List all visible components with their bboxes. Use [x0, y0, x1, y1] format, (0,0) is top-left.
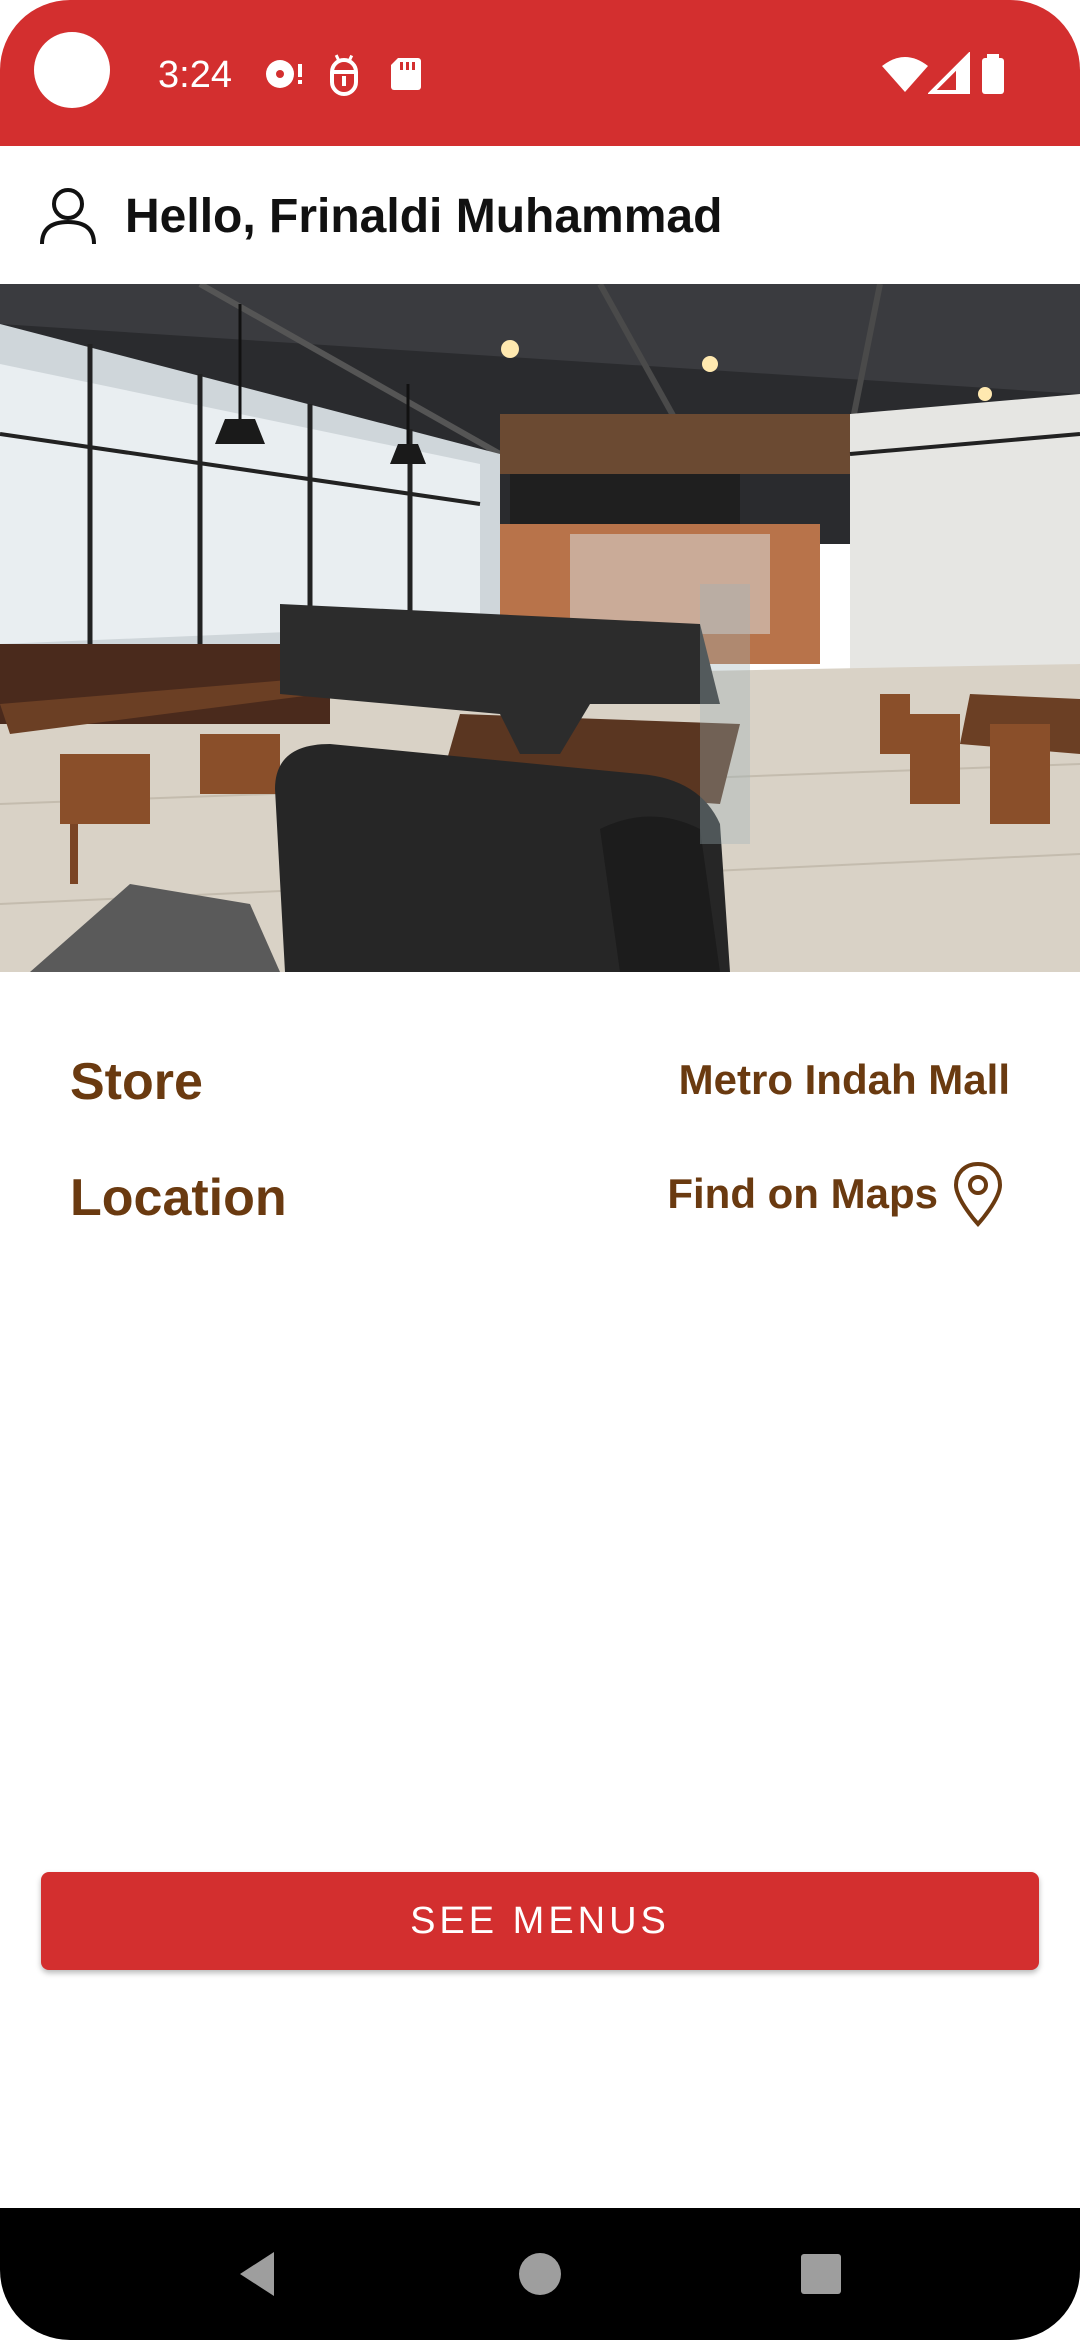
greeting-text: Hello, Frinaldi Muhammad — [125, 190, 723, 243]
camera-cutout — [34, 32, 110, 108]
store-label: Store — [70, 1053, 203, 1111]
sd-card-icon — [391, 58, 421, 90]
android-debug-icon — [330, 54, 358, 96]
find-on-maps-link[interactable]: Find on Maps — [667, 1160, 1004, 1228]
cellular-signal-icon — [928, 52, 970, 94]
store-value: Metro Indah Mall — [678, 1056, 1010, 1103]
user-icon[interactable] — [38, 186, 98, 248]
see-menus-button[interactable]: SEE MENUS — [41, 1872, 1039, 1970]
app-screen: 3:24 Hello, Frinaldi Muhammad Store Metr… — [0, 0, 1080, 2340]
sync-alert-icon — [266, 60, 302, 88]
status-bar: 3:24 — [0, 0, 1080, 146]
home-icon[interactable] — [508, 2242, 572, 2306]
wifi-icon — [882, 57, 928, 92]
location-label: Location — [70, 1169, 287, 1227]
recents-icon[interactable] — [789, 2242, 853, 2306]
find-on-maps-text: Find on Maps — [667, 1170, 938, 1217]
system-nav-bar — [0, 2208, 1080, 2340]
app-header: Hello, Frinaldi Muhammad — [0, 146, 1080, 284]
battery-icon — [982, 54, 1004, 94]
restaurant-photo — [0, 284, 1080, 972]
map-pin-icon — [953, 1161, 1003, 1227]
back-icon[interactable] — [226, 2242, 290, 2306]
status-time: 3:24 — [158, 54, 232, 96]
